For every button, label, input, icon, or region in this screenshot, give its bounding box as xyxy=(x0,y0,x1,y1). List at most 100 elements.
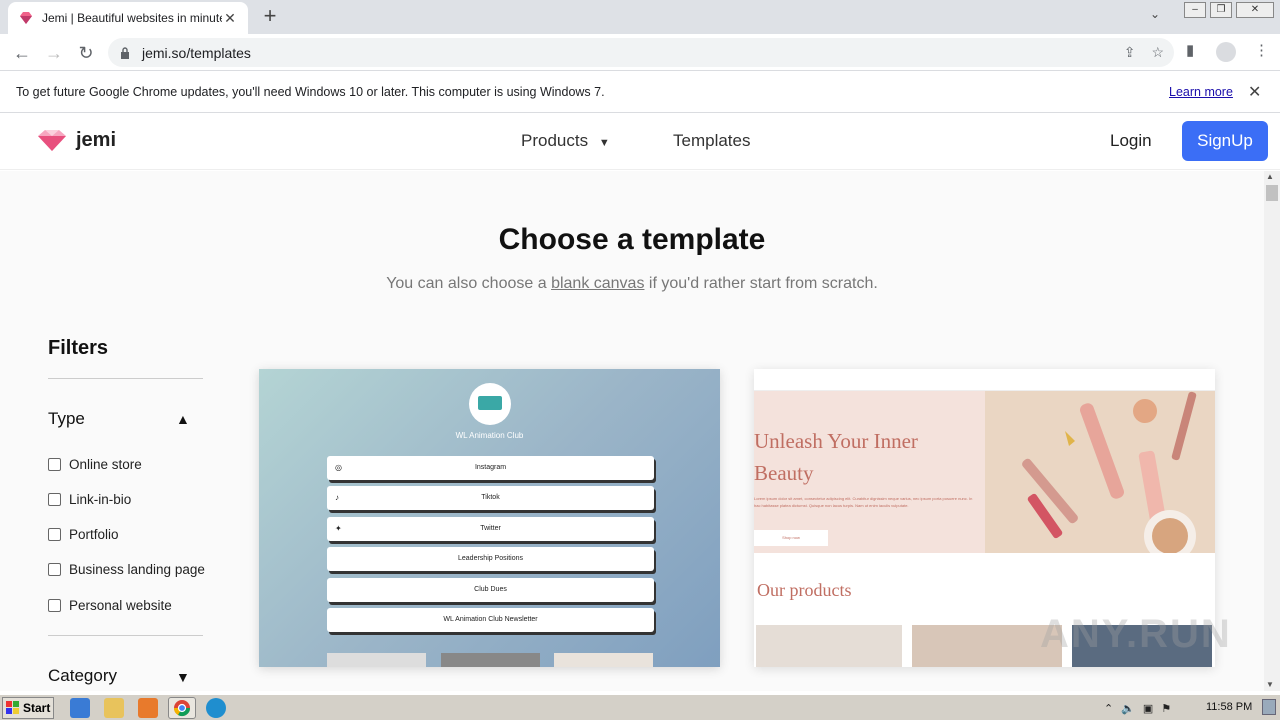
card-nav xyxy=(754,369,1215,391)
checkbox[interactable] xyxy=(48,563,61,576)
hero-body: Lorem ipsum dolor sit amet, consectetur … xyxy=(754,496,973,508)
nav-templates[interactable]: Templates xyxy=(673,131,750,151)
share-icon[interactable]: ⇪ xyxy=(1124,44,1136,61)
clock[interactable]: 11:58 PM xyxy=(1206,701,1252,713)
checkbox[interactable] xyxy=(48,493,61,506)
signup-button[interactable]: SignUp xyxy=(1182,121,1268,161)
media-player-icon[interactable] xyxy=(138,698,158,718)
jemi-favicon-icon xyxy=(20,12,32,24)
side-panel-icon[interactable]: ▮ xyxy=(1186,41,1194,59)
subtitle-text-before: You can also choose a xyxy=(386,275,552,292)
thumbnail-image xyxy=(441,653,540,667)
chrome-taskbar-button[interactable] xyxy=(168,697,196,719)
tab-search-icon[interactable]: ⌄ xyxy=(1150,7,1160,21)
instagram-icon: ◎ xyxy=(335,463,342,472)
link-button-twitter: ✦ Twitter xyxy=(327,517,654,541)
reload-icon[interactable]: ↻ xyxy=(74,41,98,65)
scroll-up-arrow-icon[interactable]: ▲ xyxy=(1266,172,1274,181)
chrome-menu-icon[interactable]: ⋮ xyxy=(1254,41,1269,59)
tab-close-icon[interactable]: ✕ xyxy=(222,10,238,27)
checkbox[interactable] xyxy=(48,599,61,612)
thumbnail-image xyxy=(327,653,426,667)
hero-section: Unleash Your Inner Beauty Lorem ipsum do… xyxy=(754,391,985,553)
link-button-label: Club Dues xyxy=(474,586,507,593)
blank-canvas-link[interactable]: blank canvas xyxy=(551,275,644,292)
edge-icon[interactable] xyxy=(206,698,226,718)
thumbnail-image xyxy=(554,653,653,667)
product-image xyxy=(756,625,902,667)
caret-down-icon: ▼ xyxy=(598,137,610,149)
filter-option-online-store[interactable]: Online store xyxy=(48,457,142,472)
back-icon[interactable]: ← xyxy=(10,41,34,65)
windows-logo-icon xyxy=(6,701,19,714)
internet-explorer-icon[interactable] xyxy=(70,698,90,718)
login-link[interactable]: Login xyxy=(1110,131,1152,151)
start-label: Start xyxy=(23,701,51,715)
filter-option-business-landing-page[interactable]: Business landing page xyxy=(48,562,205,577)
checkbox[interactable] xyxy=(48,528,61,541)
filters-divider xyxy=(48,635,203,636)
hero-headline: Unleash Your Inner Beauty xyxy=(754,429,918,485)
site-header: jemi Products ▼ Templates Login SignUp xyxy=(0,114,1280,170)
restore-button[interactable]: ❐ xyxy=(1210,2,1232,18)
filters-title: Filters xyxy=(48,337,109,359)
twitter-icon: ✦ xyxy=(335,524,342,533)
filter-option-label: Business landing page xyxy=(69,562,205,577)
chevron-up-icon[interactable]: ▲ xyxy=(176,411,190,427)
avatar xyxy=(469,383,511,425)
filter-option-portfolio[interactable]: Portfolio xyxy=(48,527,119,542)
lock-icon xyxy=(121,46,129,59)
new-tab-button[interactable]: + xyxy=(258,5,282,29)
checkbox[interactable] xyxy=(48,458,61,471)
page-scrollbar[interactable] xyxy=(1264,171,1280,691)
tray-expand-icon[interactable]: ⌃ xyxy=(1104,702,1113,715)
show-desktop-button[interactable] xyxy=(1262,699,1276,715)
page-subtitle: You can also choose a blank canvas if yo… xyxy=(0,275,1264,293)
profile-avatar-icon[interactable] xyxy=(1216,42,1236,62)
filter-option-label: Online store xyxy=(69,457,142,472)
filter-option-link-in-bio[interactable]: Link-in-bio xyxy=(48,492,131,507)
network-icon[interactable]: ▣ xyxy=(1143,702,1153,715)
scroll-down-arrow-icon[interactable]: ▼ xyxy=(1266,680,1274,689)
page-title: Choose a template xyxy=(498,223,766,256)
volume-icon[interactable]: 🔈 xyxy=(1121,702,1135,715)
jemi-gem-icon xyxy=(38,130,66,151)
address-bar[interactable]: jemi.so/templates ⇪ ☆ xyxy=(108,38,1174,67)
subtitle-text-after: if you'd rather start from scratch. xyxy=(644,275,878,292)
learn-more-link[interactable]: Learn more xyxy=(1169,85,1233,99)
browser-tab[interactable]: Jemi | Beautiful websites in minutes ✕ xyxy=(8,2,248,34)
close-window-button[interactable]: ✕ xyxy=(1236,2,1274,18)
browser-tab-bar: Jemi | Beautiful websites in minutes ✕ +… xyxy=(0,0,1280,34)
jemi-logo[interactable]: jemi xyxy=(36,128,116,152)
card-profile-name: WL Animation Club xyxy=(455,431,524,440)
link-button-leadership: Leadership Positions xyxy=(327,547,654,571)
tiktok-icon: ♪ xyxy=(335,493,339,502)
link-button-label: Twitter xyxy=(480,525,501,532)
browser-toolbar: ← → ↻ jemi.so/templates ⇪ ☆ ▮ ⋮ xyxy=(0,34,1280,71)
filter-option-label: Link-in-bio xyxy=(69,492,132,507)
nav-products[interactable]: Products ▼ xyxy=(521,131,610,151)
chevron-down-icon[interactable]: ▼ xyxy=(176,669,190,685)
minimize-button[interactable]: – xyxy=(1184,2,1206,18)
tab-title: Jemi | Beautiful websites in minutes xyxy=(42,11,222,25)
category-filter-title[interactable]: Category xyxy=(48,666,117,686)
filter-option-personal-website[interactable]: Personal website xyxy=(48,598,172,613)
link-button-label: Tiktok xyxy=(481,494,500,501)
link-button-label: WL Animation Club Newsletter xyxy=(443,616,538,623)
windows-taskbar: Start ⌃ 🔈 ▣ ⚑ 11:58 PM xyxy=(0,694,1280,720)
template-card-link-in-bio[interactable]: WL Animation Club ◎ Instagram ♪ Tiktok ✦ Tw… xyxy=(259,369,720,667)
type-filter-title[interactable]: Type xyxy=(48,409,85,429)
products-heading: Our products xyxy=(757,580,852,600)
flag-icon[interactable]: ⚑ xyxy=(1161,702,1171,715)
bookmark-star-icon[interactable]: ☆ xyxy=(1151,44,1164,61)
scrollbar-thumb[interactable] xyxy=(1266,185,1278,201)
filters-divider xyxy=(48,378,203,379)
file-explorer-icon[interactable] xyxy=(104,698,124,718)
start-button[interactable]: Start xyxy=(2,697,54,719)
infobar-close-icon[interactable]: ✕ xyxy=(1248,82,1261,102)
forward-icon[interactable]: → xyxy=(42,41,66,65)
chrome-update-infobar: To get future Google Chrome updates, you… xyxy=(0,71,1280,113)
filter-option-label: Personal website xyxy=(69,598,172,613)
cosmetics-image xyxy=(985,391,1215,553)
link-button-tiktok: ♪ Tiktok xyxy=(327,486,654,510)
